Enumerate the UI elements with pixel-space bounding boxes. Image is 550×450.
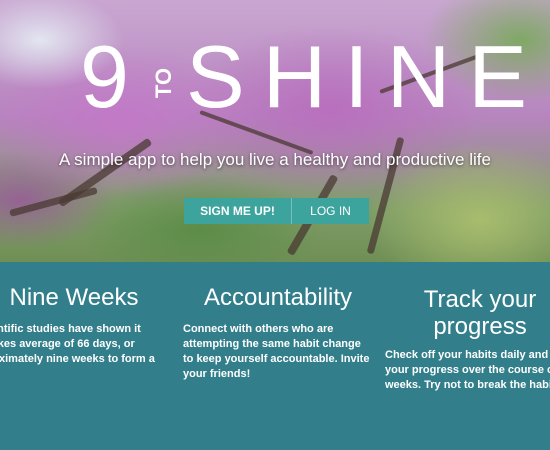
feature-description: ientific studies have shown it takes ave… [0, 323, 155, 365]
feature-accountability: Accountability Connect with others who a… [183, 284, 373, 382]
feature-title: Track your progress [423, 286, 537, 340]
sign-me-up-button[interactable]: SIGN ME UP! [184, 198, 291, 224]
log-in-button[interactable]: LOG IN [291, 198, 369, 224]
logo-shine: SHINE [186, 27, 545, 126]
features-section: Nine Weeks ientific studies have shown i… [0, 262, 550, 450]
hero-banner: 9 TO SHINE A simple app to help you live… [0, 0, 550, 262]
feature-description: Check off your habits daily and see your… [385, 349, 550, 391]
feature-title: Nine Weeks [9, 284, 139, 311]
feature-nine-weeks: Nine Weeks ientific studies have shown i… [0, 284, 160, 382]
app-logo: 9 TO SHINE [0, 32, 550, 122]
feature-title: Accountability [203, 284, 353, 311]
tree-branch [9, 186, 98, 217]
feature-description: Connect with others who are attempting t… [183, 323, 370, 380]
hero-tagline: A simple app to help you live a healthy … [59, 150, 491, 169]
logo-nine: 9 [80, 27, 129, 126]
logo-to: TO [151, 67, 177, 99]
feature-track-progress: Track your progress Check off your habit… [385, 286, 550, 393]
